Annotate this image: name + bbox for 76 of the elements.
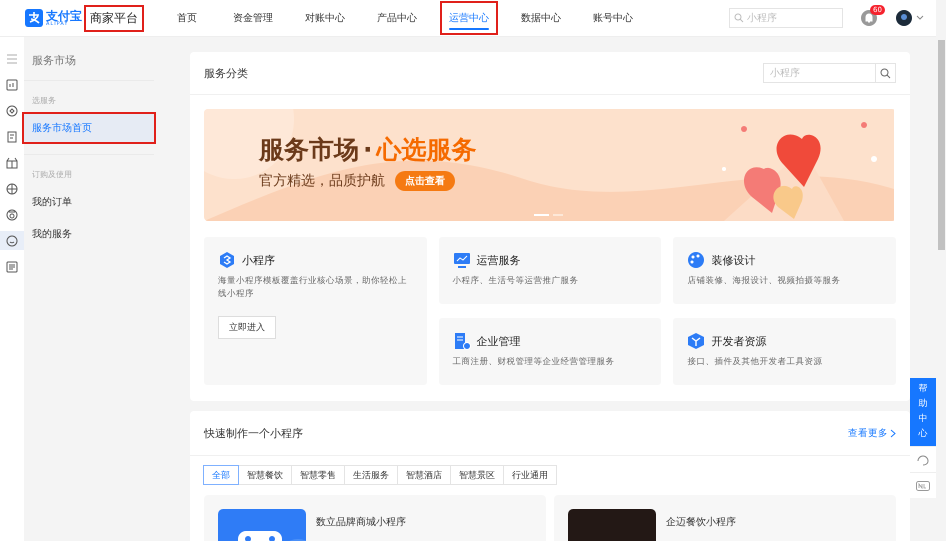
filter-tab[interactable]: 智慧酒店: [397, 465, 451, 485]
search-icon: [734, 13, 744, 23]
avatar-icon: [896, 10, 912, 26]
service-card[interactable]: 运营服务 小程序、生活号等运营推广服务: [438, 237, 662, 304]
more-link[interactable]: 查看更多: [848, 426, 896, 440]
promo-banner[interactable]: 服务市场 · 心选服务 官方精选，品质护航 点击查看: [204, 109, 896, 221]
group-label: 选服务: [31, 95, 57, 106]
sidebar-item[interactable]: 我的订单: [24, 188, 154, 216]
scrollbar[interactable]: [938, 40, 945, 250]
section-title: 快速制作一个小程序: [204, 426, 303, 440]
service-description: 店铺装修、海报设计、视频拍摄等服务: [687, 275, 842, 288]
service-title: 装修设计: [711, 252, 756, 268]
filter-tab[interactable]: 智慧景区: [450, 465, 504, 485]
banner-highlight: 心选服务: [376, 134, 476, 166]
hexagon-icon: [218, 251, 236, 269]
product-card[interactable]: 数立品牌商城小程序: [204, 495, 546, 541]
enter-button[interactable]: 立即进入: [218, 316, 276, 340]
chart-icon: [5, 78, 19, 92]
product-card[interactable]: 企迈餐饮小程序: [554, 495, 896, 541]
group-label: 订购及使用: [31, 169, 73, 180]
platform-title: 商家平台: [86, 6, 142, 30]
service-title: 企业管理: [476, 334, 521, 348]
nav-tab[interactable]: 资金管理: [226, 3, 280, 33]
alipay-logo-icon: [25, 9, 43, 27]
globe-icon: [5, 182, 19, 196]
new-tag-icon: [916, 480, 930, 490]
smile-icon: [5, 234, 19, 248]
coin-icon: [5, 104, 19, 118]
search-icon: [880, 68, 891, 78]
nav-tab[interactable]: 运营中心: [442, 3, 496, 33]
filter-tab[interactable]: 智慧餐饮: [238, 465, 292, 485]
help-center-button[interactable]: 帮助中心: [910, 378, 936, 446]
nav-tab[interactable]: 账号中心: [586, 3, 640, 33]
service-description: 海量小程序模板覆盖行业核心场景，助你轻松上线小程序: [218, 275, 408, 302]
service-card[interactable]: 装修设计 店铺装修、海报设计、视频拍摄等服务: [673, 237, 896, 304]
document-icon: [5, 130, 19, 144]
nav-tab[interactable]: 数据中心: [514, 3, 568, 33]
service-description: 接口、插件及其他开发者工具资源: [687, 356, 824, 369]
banner-separator: ·: [363, 135, 372, 164]
palette-icon: [687, 251, 706, 269]
product-name: 数立品牌商城小程序: [316, 516, 406, 529]
product-name: 企迈餐饮小程序: [666, 516, 736, 529]
monitor-chart-icon: [452, 251, 471, 269]
nav-tab[interactable]: 产品中心: [370, 3, 424, 33]
cube-icon: [687, 332, 706, 350]
service-description: 小程序、生活号等运营推广服务: [452, 275, 580, 288]
service-card[interactable]: 企业管理 工商注册、财税管理等企业经营管理服务: [438, 318, 662, 385]
list-icon: [5, 260, 19, 274]
sidebar-item[interactable]: 我的服务: [24, 220, 154, 248]
chevron-down-icon: [916, 15, 924, 21]
nav-tab[interactable]: 对账中心: [298, 3, 352, 33]
ring-icon: [5, 208, 19, 222]
chevron-right-icon: [890, 428, 896, 438]
service-card[interactable]: 小程序 海量小程序模板覆盖行业核心场景，助你轻松上线小程序 立即进入: [204, 237, 427, 385]
service-card[interactable]: 开发者资源 接口、插件及其他开发者工具资源: [673, 318, 896, 385]
search-field[interactable]: 小程序: [729, 8, 843, 28]
search-button[interactable]: [876, 63, 896, 83]
banner-tagline: 官方精选，品质护航: [259, 172, 385, 190]
document-badge-icon: [452, 332, 471, 350]
filter-tab[interactable]: 全部: [203, 465, 239, 485]
service-title: 小程序: [242, 252, 275, 268]
nav-tab[interactable]: 首页: [170, 3, 204, 33]
rail-button[interactable]: [0, 231, 24, 250]
menu-icon: [5, 52, 19, 66]
search-field[interactable]: 小程序: [763, 63, 876, 83]
service-title: 开发者资源: [711, 334, 766, 348]
section-title: 服务分类: [204, 66, 248, 80]
filter-tab[interactable]: 生活服务: [344, 465, 398, 485]
gift-icon: [5, 156, 19, 170]
service-description: 工商注册、财税管理等企业经营管理服务: [452, 356, 616, 369]
filter-tab[interactable]: 智慧零售: [291, 465, 345, 485]
filter-tab[interactable]: 行业通用: [503, 465, 557, 485]
logo-text: 支付宝: [46, 10, 82, 22]
service-title: 运营服务: [476, 252, 521, 268]
sidebar-title: 服务市场: [24, 37, 154, 81]
banner-headline: 服务市场: [259, 134, 359, 166]
